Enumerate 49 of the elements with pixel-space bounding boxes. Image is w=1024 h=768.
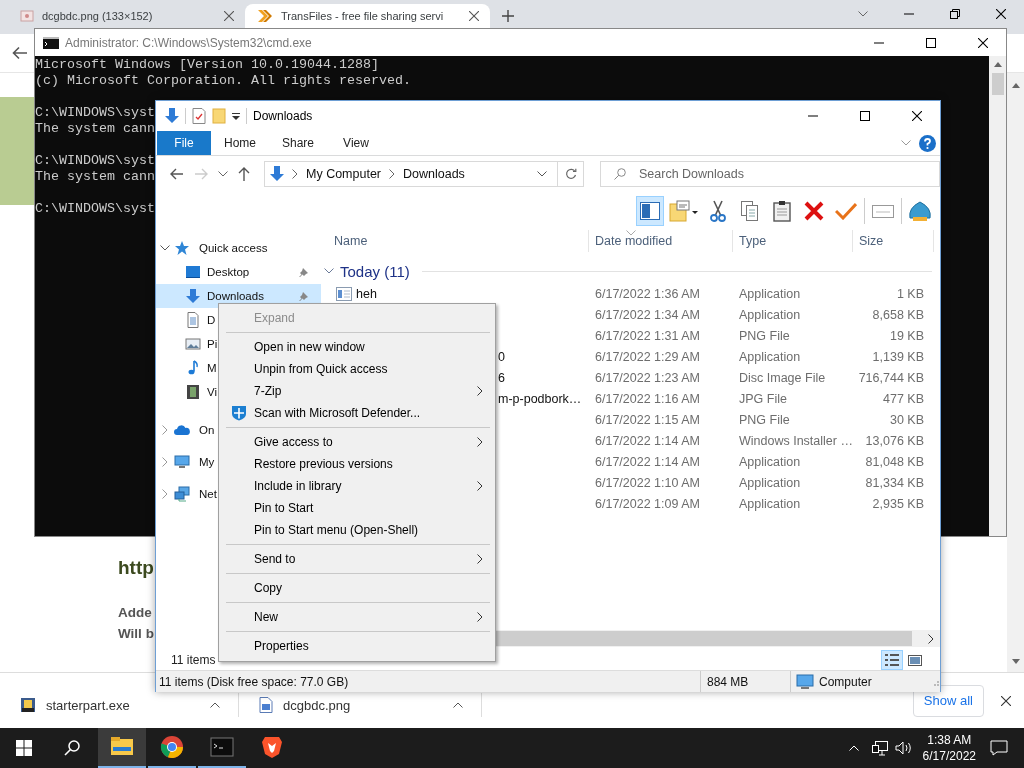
page-heading: http: [118, 557, 154, 579]
size-cell-text: 1,139 KB: [871, 349, 925, 364]
date-cell-text: 6/17/2022 1:23 AM: [594, 370, 701, 385]
size-cell-text: 2,935 KB: [871, 496, 925, 511]
window-title: Administrator: C:\Windows\System32\cmd.exe: [65, 35, 312, 50]
page-text: Will b: [118, 626, 154, 641]
date-cell-text: 6/17/2022 1:31 AM: [594, 328, 701, 343]
terminal-text: (c) Microsoft Corporation. All rights reserved.: [35, 73, 411, 89]
date-cell-text: 6/17/2022 1:36 AM: [594, 286, 701, 301]
type-cell-text: PNG File: [738, 328, 791, 343]
size-cell-text: 13,076 KB: [864, 433, 925, 448]
size-cell-text: 19 KB: [888, 328, 925, 343]
type-cell-text: JPG File: [738, 391, 788, 406]
type-cell-text: Disc Image File: [738, 370, 827, 385]
terminal-text: C:\WINDOWS\syst: [35, 153, 155, 169]
type-cell-text: Application: [738, 496, 802, 511]
date-cell-text: 6/17/2022 1:15 AM: [594, 412, 701, 427]
status-text: 884 MB: [700, 671, 790, 692]
date-cell-text: 6/17/2022 1:14 AM: [594, 433, 701, 448]
size-cell-text: 8,658 KB: [871, 307, 925, 322]
type-cell-text: Windows Installer …: [738, 433, 853, 448]
size-cell-text: 81,334 KB: [864, 475, 925, 490]
date-cell-text: 6/17/2022 1:34 AM: [594, 307, 701, 322]
date-cell-text: 6/17/2022 1:10 AM: [594, 475, 701, 490]
date-cell-text: 6/17/2022 1:16 AM: [594, 391, 701, 406]
size-cell-text: 81,048 KB: [864, 454, 925, 469]
terminal-text: The system cann: [35, 169, 155, 185]
status-text: Computer: [819, 674, 872, 689]
type-cell-text: Application: [738, 475, 802, 490]
page-text: Adde: [118, 605, 152, 620]
type-cell-text: Application: [738, 286, 802, 301]
terminal-text: The system cann: [35, 121, 155, 137]
size-cell-text: 716,744 KB: [857, 370, 925, 385]
type-cell-text: Application: [738, 349, 802, 364]
status-text: 11 items (Disk free space: 77.0 GB): [158, 674, 350, 689]
terminal-text: C:\WINDOWS\syst: [35, 105, 155, 121]
window-title: Downloads: [253, 109, 313, 123]
date-cell-text: 6/17/2022 1:09 AM: [594, 496, 701, 511]
size-cell-text: 477 KB: [882, 391, 925, 406]
type-cell-text: Application: [738, 307, 802, 322]
size-cell-text: 1 KB: [895, 286, 925, 301]
item-count: 11 items: [171, 652, 216, 667]
date-cell-text: 6/17/2022 1:29 AM: [594, 349, 701, 364]
date-cell-text: 6/17/2022 1:14 AM: [594, 454, 701, 469]
size-cell-text: 30 KB: [888, 412, 925, 427]
type-cell-text: PNG File: [738, 412, 791, 427]
terminal-text: Microsoft Windows [Version 10.0.19044.1288]: [35, 57, 379, 73]
terminal-text: C:\WINDOWS\syst: [35, 201, 155, 217]
type-cell-text: Application: [738, 454, 802, 469]
